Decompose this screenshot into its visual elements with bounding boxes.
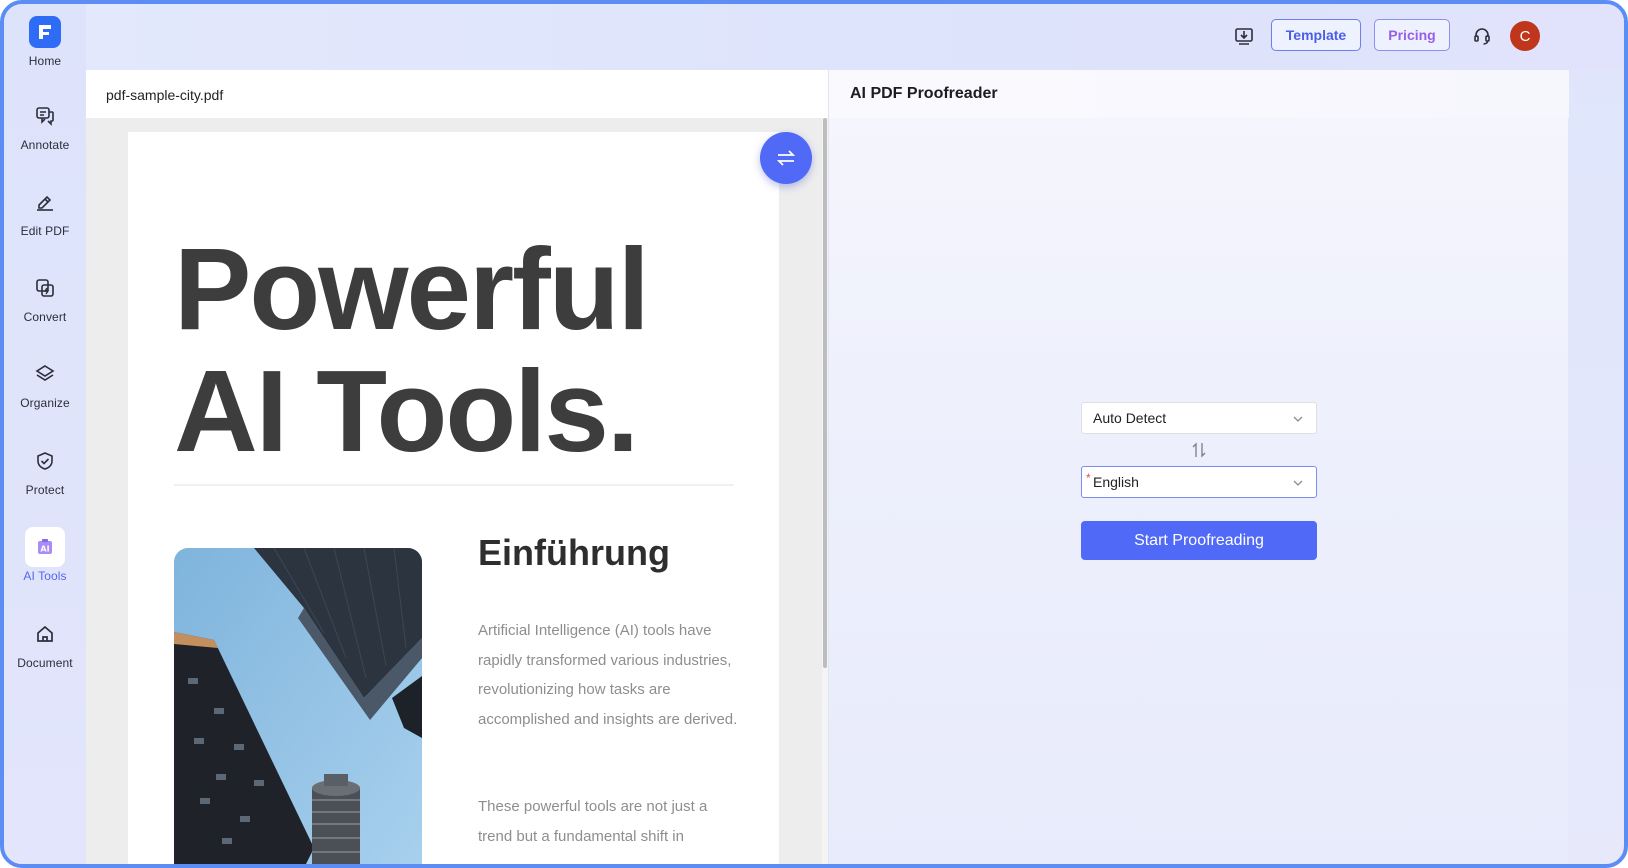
section-heading: Einführung (478, 532, 670, 573)
divider (174, 484, 734, 486)
sidebar-item-organize[interactable]: Organize (4, 354, 86, 434)
sidebar-item-document[interactable]: Document (4, 614, 86, 694)
top-bar: Template Pricing C (86, 4, 1624, 70)
city-skyscraper-photo (174, 548, 422, 864)
sidebar-item-label: Annotate (20, 138, 70, 152)
second-paragraph: These powerful tools are not just a tren… (478, 798, 708, 845)
shield-icon (25, 441, 65, 481)
hero-heading: Powerful AI Tools. (174, 228, 734, 472)
proofreader-title: AI PDF Proofreader (829, 70, 1569, 118)
sidebar-item-convert[interactable]: Convert (4, 268, 86, 348)
start-proofreading-button[interactable]: Start Proofreading (1081, 521, 1317, 560)
sidebar-item-annotate[interactable]: Annotate (4, 96, 86, 176)
sidebar: Home Annotate Edit PDF Convert Organize … (4, 4, 86, 864)
swap-panels-button[interactable] (760, 132, 812, 184)
document-panel: pdf-sample-city.pdf Powerful AI Tools. E… (86, 70, 828, 864)
download-icon[interactable] (1230, 22, 1258, 50)
sidebar-item-label: AI Tools (23, 569, 67, 583)
hero-line-2: AI Tools. (174, 346, 639, 476)
layers-icon (25, 354, 65, 394)
proofreader-panel: AI PDF Proofreader Auto Detect * English… (828, 70, 1569, 864)
target-language-value: English (1093, 474, 1139, 490)
sidebar-item-label: Protect (25, 483, 65, 497)
support-headset-icon[interactable] (1468, 22, 1496, 50)
home-icon (25, 614, 65, 654)
source-language-select[interactable]: Auto Detect (1081, 402, 1317, 434)
template-button[interactable]: Template (1271, 19, 1361, 51)
chevron-down-icon (1293, 416, 1303, 422)
required-asterisk: * (1086, 471, 1091, 485)
app-window: Home Annotate Edit PDF Convert Organize … (0, 0, 1628, 868)
convert-icon (25, 268, 65, 308)
sidebar-item-home[interactable]: Home (4, 12, 86, 92)
sidebar-item-label: Organize (20, 396, 70, 410)
ai-tools-icon: AI (25, 527, 65, 567)
sidebar-item-ai-tools[interactable]: AI AI Tools (4, 527, 86, 607)
source-language-value: Auto Detect (1093, 410, 1167, 426)
document-filename: pdf-sample-city.pdf (86, 70, 828, 118)
svg-text:AI: AI (40, 545, 49, 554)
sidebar-item-protect[interactable]: Protect (4, 441, 86, 521)
chevron-down-icon (1293, 480, 1303, 486)
user-avatar[interactable]: C (1510, 21, 1540, 51)
scroll-thumb[interactable] (823, 118, 827, 668)
sidebar-item-edit-pdf[interactable]: Edit PDF (4, 182, 86, 262)
hero-line-1: Powerful (174, 224, 650, 354)
sidebar-item-label: Edit PDF (20, 224, 70, 238)
swap-arrows-icon (776, 150, 796, 166)
target-language-select[interactable]: * English (1081, 466, 1317, 498)
sidebar-item-label: Convert (23, 310, 67, 324)
intro-paragraph: Artificial Intelligence (AI) tools have … (478, 622, 738, 728)
swap-languages-icon[interactable] (1191, 440, 1207, 460)
annotate-icon (25, 96, 65, 136)
edit-pencil-icon (25, 182, 65, 222)
sidebar-item-label: Home (28, 54, 62, 68)
app-logo-icon (25, 12, 65, 52)
pricing-button[interactable]: Pricing (1374, 19, 1450, 51)
sidebar-item-label: Document (17, 656, 73, 670)
pdf-page: Powerful AI Tools. Einführung Artificial… (128, 132, 779, 864)
